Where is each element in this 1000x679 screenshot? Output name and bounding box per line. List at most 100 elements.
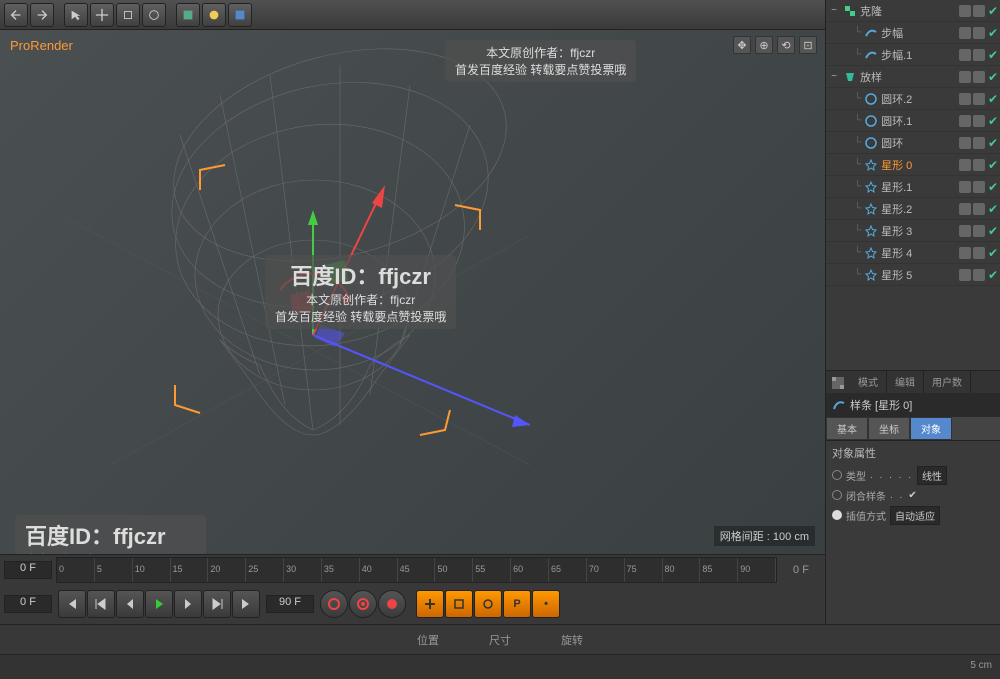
object-row[interactable]: └圆环✔ xyxy=(826,132,1000,154)
expand-icon[interactable] xyxy=(842,181,854,193)
visibility-render-toggle[interactable] xyxy=(973,93,985,105)
visibility-editor-toggle[interactable] xyxy=(959,93,971,105)
enable-check-icon[interactable]: ✔ xyxy=(988,224,998,238)
visibility-editor-toggle[interactable] xyxy=(959,137,971,149)
object-row[interactable]: └步幅✔ xyxy=(826,22,1000,44)
viewport-3d[interactable]: ProRender ✥ ⊕ ⟲ ⊡ xyxy=(0,30,825,554)
param-key-button[interactable]: P xyxy=(503,590,531,618)
attr-edit-tab[interactable]: 编辑 xyxy=(887,371,924,393)
visibility-editor-toggle[interactable] xyxy=(959,5,971,17)
object-row[interactable]: └圆环.2✔ xyxy=(826,88,1000,110)
scale-tool[interactable] xyxy=(116,3,140,27)
autokey-button[interactable] xyxy=(349,590,377,618)
expand-icon[interactable]: − xyxy=(828,71,840,83)
object-row[interactable]: −放样✔ xyxy=(826,66,1000,88)
basic-tab[interactable]: 基本 xyxy=(826,417,868,440)
object-tab[interactable]: 对象 xyxy=(910,417,952,440)
goto-end-button[interactable] xyxy=(232,590,260,618)
visibility-render-toggle[interactable] xyxy=(973,5,985,17)
visibility-render-toggle[interactable] xyxy=(973,269,985,281)
visibility-editor-toggle[interactable] xyxy=(959,49,971,61)
visibility-render-toggle[interactable] xyxy=(973,159,985,171)
end-frame-input[interactable]: 90 F xyxy=(266,595,314,613)
expand-icon[interactable] xyxy=(842,115,854,127)
play-button[interactable] xyxy=(145,590,173,618)
interp-radio[interactable] xyxy=(832,510,842,520)
enable-check-icon[interactable]: ✔ xyxy=(988,26,998,40)
tool-btn-7[interactable] xyxy=(228,3,252,27)
type-value[interactable]: 线性 xyxy=(917,466,947,485)
timeline-ruler[interactable]: 051015202530354045505560657075808590 xyxy=(56,557,777,583)
rotate-tool[interactable] xyxy=(142,3,166,27)
expand-icon[interactable] xyxy=(842,93,854,105)
enable-check-icon[interactable]: ✔ xyxy=(988,180,998,194)
type-radio[interactable] xyxy=(832,470,842,480)
object-row[interactable]: └圆环.1✔ xyxy=(826,110,1000,132)
object-row[interactable]: └星形 3✔ xyxy=(826,220,1000,242)
close-radio[interactable] xyxy=(832,490,842,500)
visibility-render-toggle[interactable] xyxy=(973,71,985,83)
visibility-editor-toggle[interactable] xyxy=(959,181,971,193)
visibility-render-toggle[interactable] xyxy=(973,225,985,237)
enable-check-icon[interactable]: ✔ xyxy=(988,114,998,128)
visibility-render-toggle[interactable] xyxy=(973,115,985,127)
prev-key-button[interactable] xyxy=(87,590,115,618)
expand-icon[interactable] xyxy=(842,27,854,39)
enable-check-icon[interactable]: ✔ xyxy=(988,48,998,62)
pla-key-button[interactable]: • xyxy=(532,590,560,618)
object-row[interactable]: └星形.2✔ xyxy=(826,198,1000,220)
coord-tab[interactable]: 坐标 xyxy=(868,417,910,440)
goto-start-button[interactable] xyxy=(58,590,86,618)
visibility-render-toggle[interactable] xyxy=(973,49,985,61)
object-manager[interactable]: −克隆✔└步幅✔└步幅.1✔−放样✔└圆环.2✔└圆环.1✔└圆环✔└星形 0✔… xyxy=(826,0,1000,370)
maximize-icon[interactable]: ⊡ xyxy=(799,36,817,54)
attr-mode-tab[interactable]: 模式 xyxy=(850,371,887,393)
record-button[interactable] xyxy=(320,590,348,618)
redo-button[interactable] xyxy=(30,3,54,27)
next-key-button[interactable] xyxy=(203,590,231,618)
expand-icon[interactable] xyxy=(842,269,854,281)
interp-value[interactable]: 自动适应 xyxy=(890,506,940,525)
tool-btn-6[interactable] xyxy=(202,3,226,27)
enable-check-icon[interactable]: ✔ xyxy=(988,70,998,84)
pan-icon[interactable]: ✥ xyxy=(733,36,751,54)
expand-icon[interactable] xyxy=(842,159,854,171)
visibility-editor-toggle[interactable] xyxy=(959,71,971,83)
enable-check-icon[interactable]: ✔ xyxy=(988,4,998,18)
object-row[interactable]: └星形 0✔ xyxy=(826,154,1000,176)
attr-user-tab[interactable]: 用户数 xyxy=(924,371,971,393)
visibility-render-toggle[interactable] xyxy=(973,247,985,259)
expand-icon[interactable] xyxy=(842,137,854,149)
enable-check-icon[interactable]: ✔ xyxy=(988,268,998,282)
pos-key-button[interactable] xyxy=(416,590,444,618)
visibility-editor-toggle[interactable] xyxy=(959,159,971,171)
undo-button[interactable] xyxy=(4,3,28,27)
keyselection-button[interactable] xyxy=(378,590,406,618)
timeline-start-frame[interactable]: 0 F xyxy=(4,561,52,579)
visibility-render-toggle[interactable] xyxy=(973,203,985,215)
enable-check-icon[interactable]: ✔ xyxy=(988,202,998,216)
orbit-icon[interactable]: ⟲ xyxy=(777,36,795,54)
tool-btn-5[interactable] xyxy=(176,3,200,27)
visibility-render-toggle[interactable] xyxy=(973,181,985,193)
enable-check-icon[interactable]: ✔ xyxy=(988,136,998,150)
select-tool[interactable] xyxy=(64,3,88,27)
object-row[interactable]: └星形.1✔ xyxy=(826,176,1000,198)
expand-icon[interactable] xyxy=(842,49,854,61)
object-row[interactable]: └步幅.1✔ xyxy=(826,44,1000,66)
close-spline-checkbox[interactable]: ✔ xyxy=(908,490,916,501)
move-tool[interactable] xyxy=(90,3,114,27)
enable-check-icon[interactable]: ✔ xyxy=(988,92,998,106)
visibility-editor-toggle[interactable] xyxy=(959,203,971,215)
visibility-editor-toggle[interactable] xyxy=(959,225,971,237)
zoom-icon[interactable]: ⊕ xyxy=(755,36,773,54)
current-frame-input[interactable]: 0 F xyxy=(4,595,52,613)
expand-icon[interactable] xyxy=(842,225,854,237)
enable-check-icon[interactable]: ✔ xyxy=(988,246,998,260)
visibility-editor-toggle[interactable] xyxy=(959,115,971,127)
expand-icon[interactable] xyxy=(842,203,854,215)
visibility-render-toggle[interactable] xyxy=(973,27,985,39)
expand-icon[interactable] xyxy=(842,247,854,259)
visibility-render-toggle[interactable] xyxy=(973,137,985,149)
expand-icon[interactable]: − xyxy=(828,5,840,17)
